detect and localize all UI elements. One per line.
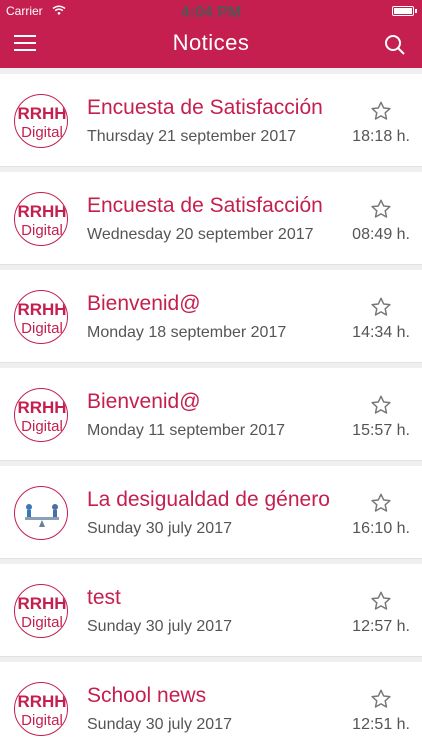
rrhh-digital-logo: RRHH Digital — [14, 94, 68, 148]
rrhh-digital-logo: RRHH Digital — [14, 584, 68, 638]
notice-row[interactable]: RRHH Digital Bienvenid@ Monday 18 september… — [0, 270, 422, 362]
notice-row[interactable]: RRHH Digital Encuesta de Satisfacción Wedne… — [0, 172, 422, 264]
svg-text:Digital: Digital — [21, 418, 63, 435]
star-icon[interactable] — [370, 394, 392, 416]
notice-date: Sunday 30 july 2017 — [87, 716, 232, 733]
notice-time: 12:57 h. — [352, 618, 410, 635]
notice-time: 12:51 h. — [352, 716, 410, 733]
notice-row[interactable]: RRHH Digital School news Sunday 30 july 201… — [0, 662, 422, 754]
svg-text:Digital: Digital — [21, 124, 63, 141]
svg-text:Digital: Digital — [21, 320, 63, 337]
search-icon[interactable] — [384, 34, 406, 56]
notice-title: School news — [87, 684, 207, 707]
svg-text:RRHH: RRHH — [17, 594, 66, 613]
star-icon[interactable] — [370, 296, 392, 318]
notice-title: Encuesta de Satisfacción — [87, 194, 323, 217]
battery-icon — [392, 6, 417, 16]
rrhh-digital-logo: RRHH Digital — [14, 192, 68, 246]
notice-title: Bienvenid@ — [87, 292, 201, 315]
svg-text:RRHH: RRHH — [17, 300, 66, 319]
star-icon[interactable] — [370, 492, 392, 514]
app-header: Carrier 4:04 PM Notices — [0, 0, 422, 68]
rrhh-digital-logo: RRHH Digital — [14, 682, 68, 736]
notice-date: Sunday 30 july 2017 — [87, 618, 232, 635]
page-title: Notices — [172, 30, 250, 55]
notice-date: Monday 11 september 2017 — [87, 422, 286, 439]
svg-text:Digital: Digital — [21, 222, 63, 239]
notice-date: Sunday 30 july 2017 — [87, 520, 232, 537]
rrhh-digital-logo: RRHH Digital — [14, 388, 68, 442]
status-time: 4:04 PM — [180, 4, 242, 21]
notice-time: 14:34 h. — [352, 324, 410, 341]
svg-text:RRHH: RRHH — [17, 398, 66, 417]
notice-time: 18:18 h. — [352, 128, 410, 145]
notice-title: La desigualdad de género — [87, 488, 330, 511]
notice-row[interactable]: RRHH Digital Encuesta de Satisfacción Thurs… — [0, 74, 422, 166]
star-icon[interactable] — [370, 198, 392, 220]
notice-time: 08:49 h. — [352, 226, 410, 243]
notice-row[interactable]: RRHH Digital Bienvenid@ Monday 11 september… — [0, 368, 422, 460]
rrhh-digital-logo: RRHH Digital — [14, 290, 68, 344]
balance-scale-image — [14, 486, 68, 540]
notice-time: 16:10 h. — [352, 520, 410, 537]
status-bar: Carrier 4:04 PM — [0, 0, 422, 22]
star-icon[interactable] — [370, 590, 392, 612]
star-icon[interactable] — [370, 688, 392, 710]
notice-row[interactable]: La desigualdad de género Sunday 30 july 2… — [0, 466, 422, 558]
svg-text:RRHH: RRHH — [17, 104, 66, 123]
svg-text:RRHH: RRHH — [17, 202, 66, 221]
notice-title: Encuesta de Satisfacción — [87, 96, 323, 119]
notice-date: Monday 18 september 2017 — [87, 324, 287, 341]
notice-title: Bienvenid@ — [87, 390, 201, 413]
notice-row[interactable]: RRHH Digital test Sunday 30 july 2017 12:57 … — [0, 564, 422, 656]
star-icon[interactable] — [370, 100, 392, 122]
svg-text:RRHH: RRHH — [17, 692, 66, 711]
notice-time: 15:57 h. — [352, 422, 410, 439]
svg-text:Digital: Digital — [21, 614, 63, 631]
notice-title: test — [87, 586, 121, 609]
notice-date: Thursday 21 september 2017 — [87, 128, 297, 145]
notice-date: Wednesday 20 september 2017 — [87, 226, 314, 243]
svg-text:Digital: Digital — [21, 712, 63, 729]
